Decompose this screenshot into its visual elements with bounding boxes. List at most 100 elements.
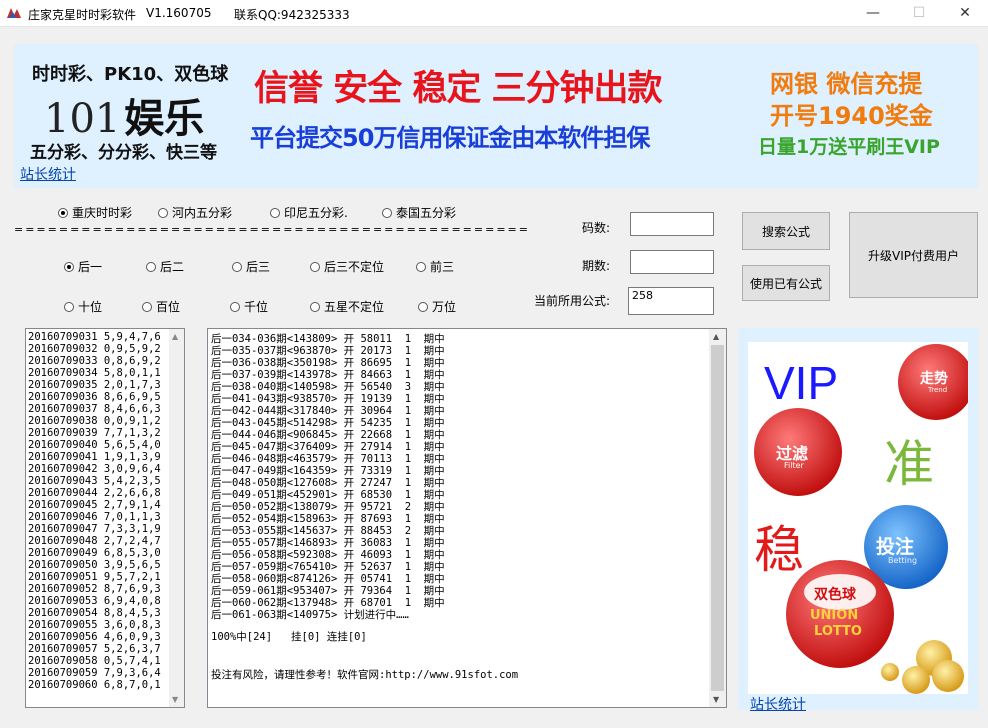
ad-vip-text: VIP (764, 357, 839, 409)
radio-qianwei[interactable]: 千位 (230, 298, 268, 315)
result-row: 后一046-048期<463579> 开 70113 1 期中 (211, 453, 445, 465)
result-row: 后一048-050期<127608> 开 27247 1 期中 (211, 477, 445, 489)
results-summary: 100%中[24] 挂[0] 连挂[0] (211, 631, 367, 643)
radio-icon (270, 207, 280, 218)
history-row[interactable]: 20160709040 5,6,5,4,0 (28, 439, 161, 451)
history-row[interactable]: 20160709032 0,9,5,9,2 (28, 343, 161, 355)
radio-hou1[interactable]: 后一 (64, 258, 102, 275)
ad-filter-en: Filter (784, 461, 804, 470)
minimize-button[interactable]: — (850, 0, 896, 26)
period-input[interactable] (630, 250, 714, 274)
ad-lotto-en1: UNION (810, 608, 859, 623)
history-row[interactable]: 20160709056 4,6,0,9,3 (28, 631, 161, 643)
history-row[interactable]: 20160709058 0,5,7,4,1 (28, 655, 161, 667)
radio-hanoi[interactable]: 河内五分彩 (158, 204, 232, 221)
version-label: V1.160705 (146, 6, 212, 20)
ad-trend-label: 走势 (920, 371, 948, 387)
history-row[interactable]: 20160709047 7,3,3,1,9 (28, 523, 161, 535)
scroll-down-icon[interactable]: ▼ (172, 695, 178, 704)
scroll-up-icon[interactable]: ▲ (713, 332, 719, 341)
history-row[interactable]: 20160709044 2,2,6,6,8 (28, 487, 161, 499)
coin-icon (881, 663, 899, 681)
history-row[interactable]: 20160709055 3,6,0,8,3 (28, 619, 161, 631)
code-count-label: 码数: (582, 221, 611, 235)
close-button[interactable]: ✕ (942, 0, 988, 26)
minimize-icon: — (866, 5, 880, 21)
radio-hou3-budingwei[interactable]: 后三不定位 (310, 258, 384, 275)
ad-banner[interactable]: 时时彩、PK10、双色球 101 娱乐 五分彩、分分彩、快三等 信誉 安全 稳定… (14, 44, 978, 188)
history-row[interactable]: 20160709053 6,9,4,0,8 (28, 595, 161, 607)
scroll-thumb[interactable] (711, 345, 724, 691)
history-row[interactable]: 20160709031 5,9,4,7,6 (28, 331, 161, 343)
radio-chongqing[interactable]: 重庆时时彩 (58, 204, 132, 221)
history-row[interactable]: 20160709054 8,8,4,5,3 (28, 607, 161, 619)
history-row[interactable]: 20160709038 0,0,9,1,2 (28, 415, 161, 427)
banner-games-line: 时时彩、PK10、双色球 (32, 64, 229, 85)
result-row: 后一042-044期<317840> 开 30964 1 期中 (211, 405, 445, 417)
banner-logo: 101 娱乐 (44, 86, 204, 144)
stats-link-top[interactable]: 站长统计 (20, 164, 76, 184)
radio-wanwei[interactable]: 万位 (418, 298, 456, 315)
title-bar: 庄家克星时时彩软件 V1.160705 联系QQ:942325333 — ☐ ✕ (0, 0, 988, 27)
history-row[interactable]: 20160709060 6,8,7,0,1 (28, 679, 161, 691)
history-row[interactable]: 20160709051 9,5,7,2,1 (28, 571, 161, 583)
result-row: 后一053-055期<145637> 开 88453 2 期中 (211, 525, 445, 537)
history-row[interactable]: 20160709046 7,0,1,1,3 (28, 511, 161, 523)
radio-qian3[interactable]: 前三 (416, 258, 454, 275)
history-row[interactable]: 20160709035 2,0,1,7,3 (28, 379, 161, 391)
history-row[interactable]: 20160709049 6,8,5,3,0 (28, 547, 161, 559)
history-row[interactable]: 20160709033 0,8,6,9,2 (28, 355, 161, 367)
banner-payment: 网银 微信充提 (770, 70, 923, 98)
radio-hou3[interactable]: 后三 (232, 258, 270, 275)
radio-baiwei[interactable]: 百位 (142, 298, 180, 315)
radio-shiwei[interactable]: 十位 (64, 298, 102, 315)
radio-wuxing-budingwei[interactable]: 五星不定位 (310, 298, 384, 315)
results-scrollbar[interactable]: ▲ ▼ (709, 329, 726, 707)
code-count-input[interactable] (630, 212, 714, 236)
history-row[interactable]: 20160709045 2,7,9,1,4 (28, 499, 161, 511)
banner-vip-offer: 日量1万送平刷王VIP (758, 136, 940, 158)
maximize-button[interactable]: ☐ (896, 0, 942, 26)
results-box[interactable]: 后一034-036期<143809> 开 58011 1 期中 后一035-037… (207, 328, 727, 708)
use-formula-button[interactable]: 使用已有公式 (742, 265, 830, 301)
history-row[interactable]: 20160709034 5,8,0,1,1 (28, 367, 161, 379)
history-row[interactable]: 20160709037 8,4,6,6,3 (28, 403, 161, 415)
history-row[interactable]: 20160709039 7,7,1,3,2 (28, 427, 161, 439)
ad-zhun-text: 准 (884, 435, 934, 493)
result-row: 后一058-060期<874126> 开 05741 1 期中 (211, 573, 445, 585)
search-formula-button[interactable]: 搜索公式 (742, 212, 830, 250)
period-label: 期数: (582, 259, 611, 273)
result-row: 后一041-043期<938570> 开 19139 1 期中 (211, 393, 445, 405)
history-row[interactable]: 20160709036 8,6,6,9,5 (28, 391, 161, 403)
history-list[interactable]: 20160709031 5,9,4,7,6 20160709032 0,9,5,9… (25, 328, 185, 708)
radio-hou2[interactable]: 后二 (146, 258, 184, 275)
upgrade-vip-button[interactable]: 升级VIP付费用户 (849, 212, 978, 298)
result-row: 后一050-052期<138079> 开 95721 2 期中 (211, 501, 445, 513)
radio-icon (418, 301, 428, 312)
history-row[interactable]: 20160709057 5,2,6,3,7 (28, 643, 161, 655)
history-scrollbar[interactable]: ▲ ▼ (169, 329, 184, 707)
stats-link-bottom[interactable]: 站长统计 (750, 694, 806, 714)
scroll-down-icon[interactable]: ▼ (713, 695, 719, 704)
formula-field[interactable]: 258 (628, 287, 714, 315)
result-row: 后一056-058期<592308> 开 46093 1 期中 (211, 549, 445, 561)
history-row[interactable]: 20160709042 3,0,9,6,4 (28, 463, 161, 475)
history-row[interactable]: 20160709043 5,4,2,3,5 (28, 475, 161, 487)
result-row: 后一037-039期<143978> 开 84663 1 期中 (211, 369, 445, 381)
coin-icon (902, 666, 930, 694)
radio-thailand[interactable]: 泰国五分彩 (382, 204, 456, 221)
app-icon (7, 8, 21, 18)
history-row[interactable]: 20160709059 7,9,3,6,4 (28, 667, 161, 679)
radio-indonesia[interactable]: 印尼五分彩. (270, 204, 348, 221)
history-row[interactable]: 20160709048 2,7,2,4,7 (28, 535, 161, 547)
history-row[interactable]: 20160709041 1,9,1,3,9 (28, 451, 161, 463)
ad-trend-en: Trend (928, 386, 948, 394)
radio-icon (64, 301, 74, 312)
radio-icon (382, 207, 392, 218)
history-row[interactable]: 20160709052 8,7,6,9,3 (28, 583, 161, 595)
result-row: 后一036-038期<350198> 开 86695 1 期中 (211, 357, 445, 369)
taskbar-strip (0, 712, 988, 728)
radio-selected-icon (58, 207, 68, 218)
scroll-up-icon[interactable]: ▲ (172, 332, 178, 341)
history-row[interactable]: 20160709050 3,9,5,6,5 (28, 559, 161, 571)
